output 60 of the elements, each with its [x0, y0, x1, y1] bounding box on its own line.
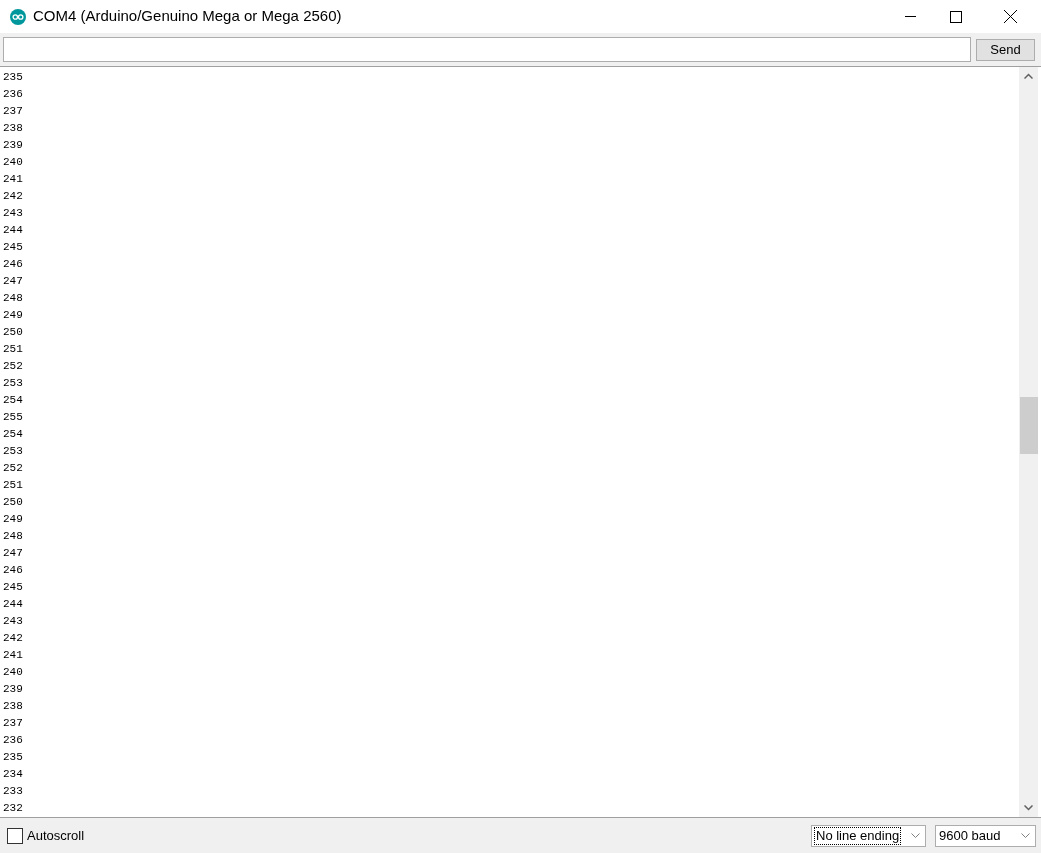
output-line: 236 — [3, 87, 24, 102]
output-line: 240 — [3, 665, 24, 680]
output-line: 237 — [3, 104, 24, 119]
output-line: 245 — [3, 240, 24, 255]
output-line: 232 — [3, 801, 24, 816]
scroll-up-icon[interactable] — [1024, 73, 1033, 79]
line-ending-dropdown[interactable]: No line ending — [811, 824, 926, 847]
output-line: 248 — [3, 529, 24, 544]
output-line: 246 — [3, 257, 24, 272]
vertical-scrollbar[interactable] — [1019, 67, 1038, 817]
autoscroll-label[interactable]: Autoscroll — [27, 825, 85, 846]
output-line: 237 — [3, 716, 24, 731]
output-line: 254 — [3, 427, 24, 442]
output-line: 233 — [3, 784, 24, 799]
output-line: 245 — [3, 580, 24, 595]
window-title: COM4 (Arduino/Genuino Mega or Mega 2560) — [33, 6, 342, 27]
output-line: 253 — [3, 444, 24, 459]
scrollbar-thumb[interactable] — [1019, 397, 1038, 454]
output-line: 239 — [3, 682, 24, 697]
output-line: 251 — [3, 342, 24, 357]
output-line: 249 — [3, 308, 24, 323]
output-line: 241 — [3, 172, 24, 187]
app-logo-icon — [10, 8, 26, 25]
output-line: 235 — [3, 750, 24, 765]
output-line: 249 — [3, 512, 24, 527]
output-line: 250 — [3, 325, 24, 340]
output-line: 251 — [3, 478, 24, 493]
output-line: 253 — [3, 376, 24, 391]
output-line: 234 — [3, 767, 24, 782]
output-line: 247 — [3, 546, 24, 561]
output-line: 254 — [3, 393, 24, 408]
output-line: 235 — [3, 70, 24, 85]
autoscroll-checkbox[interactable] — [7, 827, 23, 844]
output-line: 238 — [3, 699, 24, 714]
message-input-field[interactable] — [3, 37, 971, 62]
output-line: 244 — [3, 223, 24, 238]
output-line: 247 — [3, 274, 24, 289]
output-line: 246 — [3, 563, 24, 578]
output-line: 252 — [3, 359, 24, 374]
output-line: 242 — [3, 189, 24, 204]
output-line: 239 — [3, 138, 24, 153]
output-line: 242 — [3, 631, 24, 646]
send-button[interactable]: Send — [976, 38, 1035, 61]
output-line: 255 — [3, 410, 24, 425]
output-line: 248 — [3, 291, 24, 306]
dropdown-caret-icon — [1021, 833, 1030, 838]
output-line: 240 — [3, 155, 24, 170]
output-line: 252 — [3, 461, 24, 476]
scroll-down-icon[interactable] — [1024, 805, 1033, 811]
output-line: 244 — [3, 597, 24, 612]
output-line: 236 — [3, 733, 24, 748]
maximize-icon — [950, 10, 962, 23]
baud-rate-dropdown[interactable]: 9600 baud — [935, 824, 1036, 847]
output-line: 243 — [3, 614, 24, 629]
output-line: 241 — [3, 648, 24, 663]
close-icon — [1003, 10, 1017, 23]
dropdown-caret-icon — [911, 833, 920, 838]
output-line: 243 — [3, 206, 24, 221]
output-line: 250 — [3, 495, 24, 510]
output-line: 238 — [3, 121, 24, 136]
